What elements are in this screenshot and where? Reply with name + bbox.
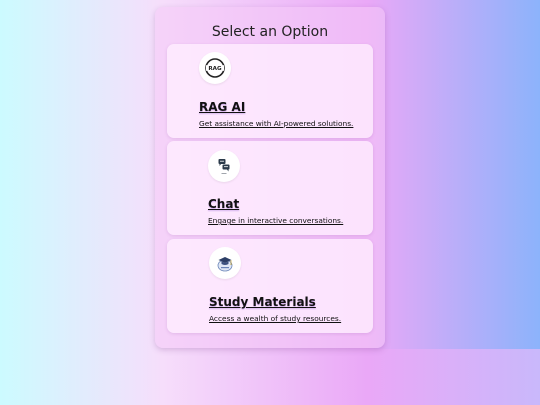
options-panel: Select an Option RAG RAG AI Get assistan… bbox=[155, 7, 385, 348]
option-description-chat: Engage in interactive conversations. bbox=[208, 216, 344, 225]
rag-logo-text: RAG bbox=[208, 66, 222, 72]
option-description-rag-ai: Get assistance with AI-powered solutions… bbox=[199, 119, 354, 128]
option-card-rag-ai[interactable]: RAG RAG AI Get assistance with AI-powere… bbox=[167, 44, 373, 138]
option-title-study-materials: Study Materials bbox=[209, 295, 316, 309]
rag-logo-icon: RAG bbox=[199, 52, 231, 84]
option-card-chat[interactable]: Chat Engage in interactive conversations… bbox=[167, 141, 373, 235]
chat-icon bbox=[208, 150, 240, 182]
option-title-rag-ai: RAG AI bbox=[199, 100, 246, 114]
option-title-chat: Chat bbox=[208, 197, 240, 211]
page-title: Select an Option bbox=[211, 24, 329, 40]
background-footer bbox=[0, 349, 540, 405]
option-description-study-materials: Access a wealth of study resources. bbox=[209, 314, 342, 323]
option-card-study-materials[interactable]: Study Materials Access a wealth of study… bbox=[167, 239, 373, 333]
graduation-cap-icon bbox=[209, 247, 241, 279]
